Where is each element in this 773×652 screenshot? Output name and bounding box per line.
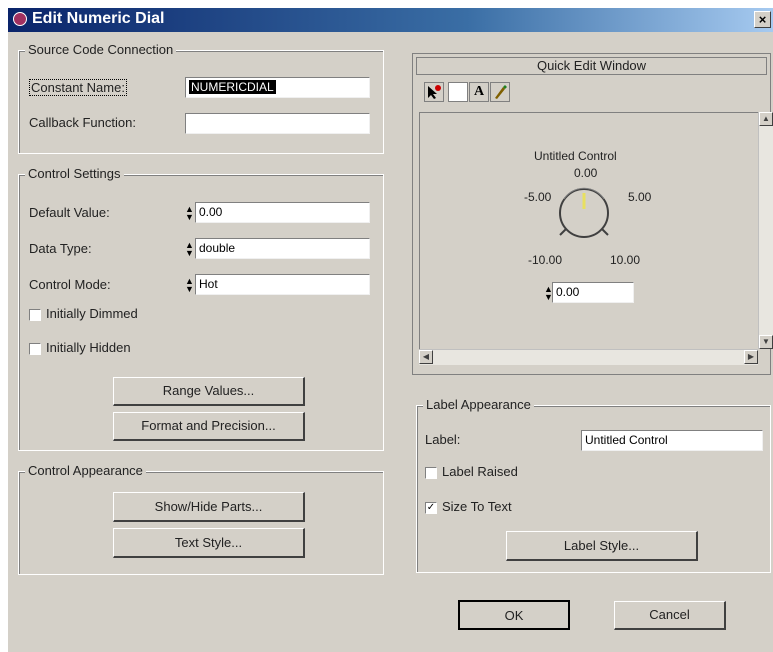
callback-function-input[interactable]	[185, 113, 370, 134]
range-values-button[interactable]: Range Values...	[113, 377, 305, 406]
scroll-up-icon[interactable]: ▲	[759, 112, 773, 126]
label-raised-label: Label Raised	[442, 464, 518, 479]
label-appearance-legend: Label Appearance	[423, 397, 534, 412]
constant-name-label: Constant Name:	[29, 79, 127, 96]
source-code-connection-group: Source Code Connection Constant Name: NU…	[18, 42, 384, 154]
edit-numeric-dial-dialog: Edit Numeric Dial × Source Code Connecti…	[8, 8, 773, 652]
app-icon	[13, 12, 27, 26]
control-mode-label: Control Mode:	[29, 277, 111, 292]
scroll-left-icon[interactable]: ◀	[419, 350, 433, 364]
control-appearance-legend: Control Appearance	[25, 463, 146, 478]
callback-function-label: Callback Function:	[29, 115, 136, 130]
quick-edit-canvas[interactable]: Untitled Control 0.00 -5.00 5.00 -10.00 …	[419, 112, 759, 350]
dial-tick-lower-left: -10.00	[528, 253, 563, 267]
label-text-label: Label:	[425, 432, 461, 447]
format-and-precision-button[interactable]: Format and Precision...	[113, 412, 305, 441]
ok-button[interactable]: OK	[458, 600, 570, 630]
control-mode-ring[interactable]: Hot	[195, 274, 370, 295]
control-appearance-group: Control Appearance Show/Hide Parts... Te…	[18, 463, 384, 575]
quick-edit-vertical-scrollbar[interactable]: ▲ ▼	[758, 112, 773, 349]
scroll-down-icon[interactable]: ▼	[759, 335, 773, 349]
default-value-input[interactable]: 0.00	[195, 202, 370, 223]
data-type-spin-icon[interactable]: ▲ ▼	[185, 241, 194, 258]
text-style-button[interactable]: Text Style...	[113, 528, 305, 558]
size-to-text-label: Size To Text	[442, 499, 512, 514]
dial-digital-display[interactable]: 0.00	[552, 282, 634, 303]
data-type-ring[interactable]: double	[195, 238, 370, 259]
initially-dimmed-checkbox[interactable]	[29, 309, 41, 321]
data-type-label: Data Type:	[29, 241, 92, 256]
cancel-button[interactable]: Cancel	[614, 601, 726, 630]
control-settings-legend: Control Settings	[25, 166, 124, 181]
source-code-connection-legend: Source Code Connection	[25, 42, 177, 57]
quick-edit-horizontal-scrollbar[interactable]: ◀ ▶	[419, 349, 758, 365]
default-value-spin-icon[interactable]: ▲ ▼	[185, 205, 194, 222]
initially-dimmed-label: Initially Dimmed	[46, 306, 138, 321]
title-bar: Edit Numeric Dial ×	[8, 8, 773, 32]
label-appearance-group: Label Appearance Label: Untitled Control…	[416, 397, 771, 573]
initially-hidden-label: Initially Hidden	[46, 340, 131, 355]
initially-hidden-checkbox[interactable]	[29, 343, 41, 355]
dial-tick-top: 0.00	[574, 166, 598, 180]
window-title: Edit Numeric Dial	[32, 10, 165, 27]
dial-tick-lower-right: 10.00	[610, 253, 641, 267]
pointer-icon[interactable]	[424, 82, 444, 102]
quick-edit-window: Quick Edit Window A Untitled Control 0.0…	[412, 53, 773, 375]
control-settings-group: Control Settings Default Value: ▲ ▼ 0.00 …	[18, 166, 384, 451]
size-to-text-checkbox[interactable]: ✓	[425, 502, 437, 514]
quick-edit-title: Quick Edit Window	[416, 57, 767, 75]
constant-name-input[interactable]: NUMERICDIAL	[185, 77, 370, 98]
scroll-right-icon[interactable]: ▶	[744, 350, 758, 364]
label-raised-checkbox[interactable]	[425, 467, 437, 479]
label-style-button[interactable]: Label Style...	[506, 531, 698, 561]
close-button[interactable]: ×	[754, 11, 771, 28]
default-value-label: Default Value:	[29, 205, 110, 220]
frame-icon[interactable]	[448, 82, 468, 102]
color-brush-icon[interactable]	[490, 82, 510, 102]
text-tool-icon[interactable]: A	[469, 82, 489, 102]
quick-edit-toolbar: A	[416, 78, 767, 108]
control-mode-spin-icon[interactable]: ▲ ▼	[185, 277, 194, 294]
dial-tick-upper-right: 5.00	[628, 190, 652, 204]
dial-knob[interactable]	[556, 185, 612, 241]
dial-label[interactable]: Untitled Control	[534, 149, 617, 163]
dial-tick-upper-left: -5.00	[524, 190, 552, 204]
show-hide-parts-button[interactable]: Show/Hide Parts...	[113, 492, 305, 522]
label-text-input[interactable]: Untitled Control	[581, 430, 763, 451]
